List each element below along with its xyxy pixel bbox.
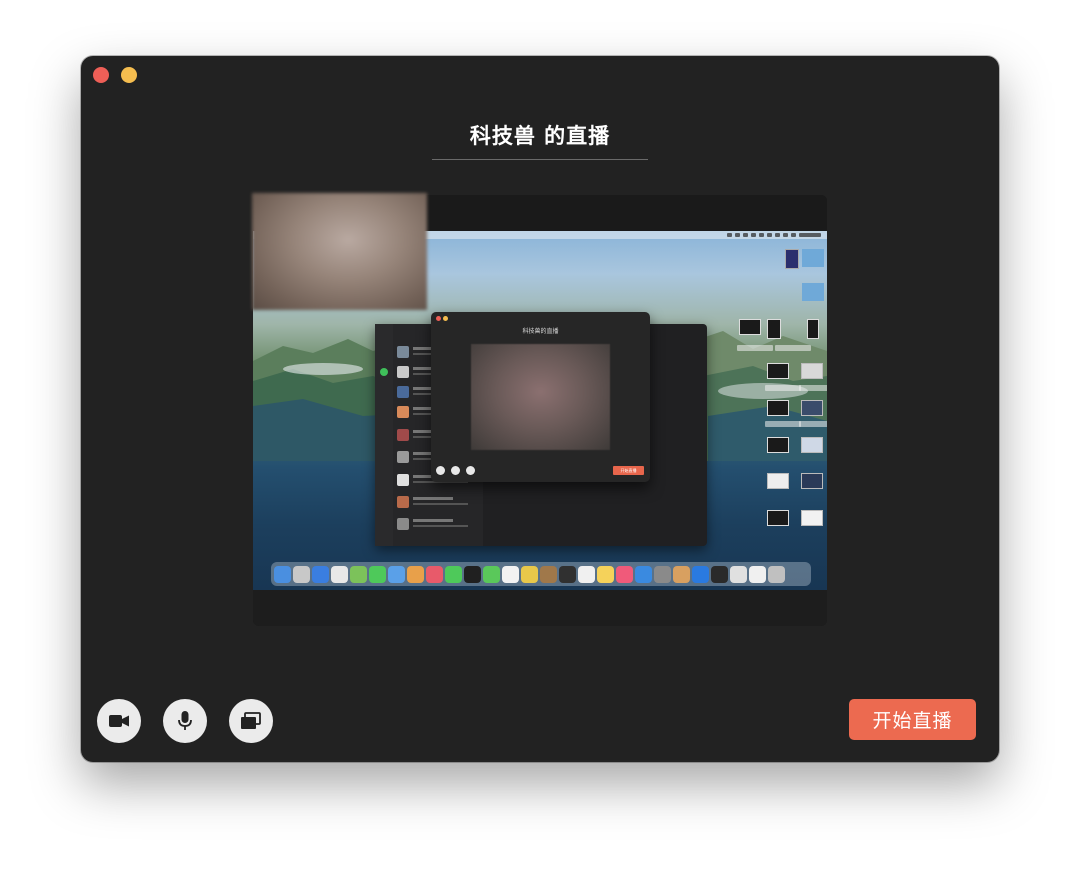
captured-microphone-icon: [451, 466, 460, 475]
screen-share-icon: [241, 712, 261, 729]
captured-desktop-icons: [737, 245, 827, 545]
minimize-window-button[interactable]: [121, 67, 137, 83]
window-title: 科技兽 的直播: [469, 124, 611, 148]
captured-menubar-items: [727, 231, 821, 239]
screen-share-toggle-button[interactable]: [229, 699, 273, 743]
captured-start-button: 开始直播: [613, 466, 644, 475]
captured-camera-preview: [471, 344, 610, 450]
captured-dock: [271, 562, 811, 586]
captured-camera-icon: [436, 466, 445, 475]
microphone-toggle-button[interactable]: [163, 699, 207, 743]
microphone-icon: [178, 711, 192, 730]
title-underline: [432, 159, 648, 160]
close-window-button[interactable]: [93, 67, 109, 83]
camera-thumbnail: [252, 193, 427, 310]
captured-dialog-title: 科技兽的直播: [522, 328, 559, 335]
captured-chat-sidebar: [375, 324, 393, 546]
camera-icon: [109, 715, 129, 727]
preview-letterbox-bottom: [253, 590, 827, 626]
captured-live-dialog: 科技兽的直播 开始直播: [431, 312, 650, 482]
start-live-button[interactable]: 开始直播: [849, 699, 976, 740]
live-stream-window: 科技兽 的直播 科技兽的直播 开始直播 开始直播: [81, 56, 999, 762]
captured-screen-share-icon: [466, 466, 475, 475]
camera-toggle-button[interactable]: [97, 699, 141, 743]
